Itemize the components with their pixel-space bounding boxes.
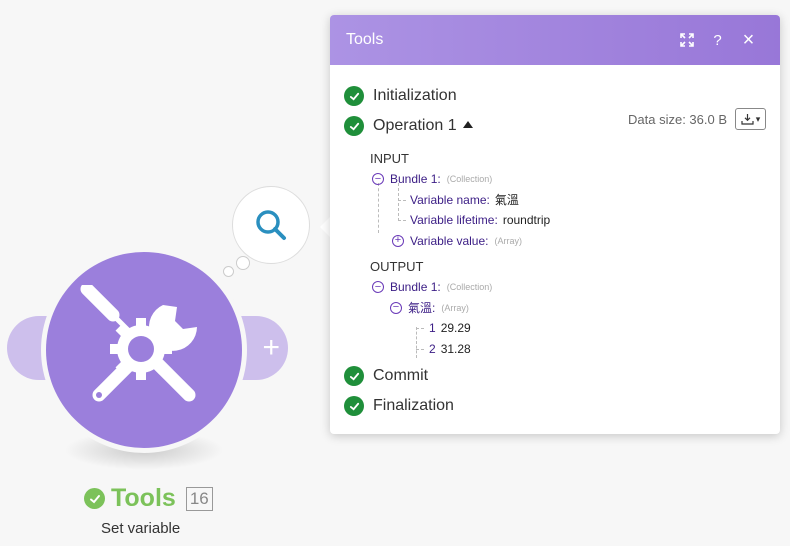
check-icon (344, 396, 364, 416)
expand-icon[interactable]: + (392, 234, 404, 247)
input-heading: INPUT (370, 151, 409, 166)
array-value: 1 29.29 (372, 318, 766, 339)
download-icon (741, 114, 754, 125)
item-type: (Array) (494, 235, 523, 246)
check-icon (84, 488, 105, 509)
tree-guide (398, 199, 406, 201)
tree-guide (416, 328, 424, 329)
check-icon (344, 86, 364, 106)
bundle-label: Bundle 1: (390, 280, 441, 295)
output-tree: − Bundle 1: (Collection) − 氣溫: (Array) 1… (372, 277, 766, 359)
step-finalization: Finalization (344, 391, 766, 421)
bubble-dot (236, 256, 250, 270)
expand-icon[interactable] (671, 25, 702, 55)
inspect-bubble[interactable] (232, 186, 310, 264)
module-title[interactable]: Tools (111, 484, 176, 513)
input-bundle[interactable]: − Bundle 1: (Collection) (372, 169, 766, 190)
step-label: Commit (373, 367, 429, 384)
output-array[interactable]: − 氣溫: (Array) (372, 298, 766, 319)
bundle-type: (Collection) (446, 282, 493, 293)
check-icon (344, 366, 364, 386)
panel-body: Initialization Operation 1 Data size: 36… (330, 65, 780, 421)
bundle-type: (Collection) (446, 174, 493, 185)
help-icon[interactable]: ? (702, 25, 733, 55)
tree-guide (416, 348, 424, 350)
array-item-value: 29.29 (440, 321, 471, 336)
step-label: Finalization (373, 397, 454, 414)
module-left-handle[interactable] (7, 316, 51, 380)
array-item-value: 31.28 (440, 341, 471, 356)
search-icon[interactable] (254, 208, 288, 242)
output-heading: OUTPUT (370, 259, 424, 274)
array-index: 2 (429, 341, 436, 356)
plus-icon[interactable]: + (262, 333, 280, 363)
chevron-down-icon: ▾ (755, 113, 761, 124)
module-label: Tools 16 (84, 484, 213, 513)
output-bundle[interactable]: − Bundle 1: (Collection) (372, 277, 766, 298)
tools-icon (80, 285, 197, 402)
step-commit: Commit (344, 361, 766, 391)
check-icon (344, 116, 364, 136)
collapse-icon[interactable]: − (390, 301, 402, 314)
collapse-caret-icon[interactable] (462, 120, 473, 128)
panel-title: Tools (346, 31, 384, 48)
step-label[interactable]: Operation 1 (373, 117, 457, 135)
step-label: Initialization (373, 87, 457, 104)
tree-guide (398, 220, 406, 221)
collapse-icon[interactable]: − (372, 173, 384, 186)
item-key: Variable lifetime: (410, 213, 498, 228)
module-node[interactable] (46, 252, 242, 448)
array-index: 1 (429, 321, 436, 336)
array-type: (Array) (441, 302, 469, 313)
download-button[interactable]: ▾ (735, 108, 766, 130)
module-id-badge: 16 (185, 486, 213, 511)
input-item[interactable]: + Variable value: (Array) (372, 231, 766, 252)
collapse-icon[interactable]: − (372, 281, 384, 294)
item-key: Variable value: (410, 233, 489, 248)
input-item: Variable lifetime: roundtrip (372, 210, 766, 231)
item-value: roundtrip (502, 213, 551, 228)
bubble-dot (223, 266, 234, 277)
input-item: Variable name: 氣溫 (372, 190, 766, 211)
execution-inspector-panel: Tools ? × Initialization Operation 1 Dat… (330, 15, 780, 434)
item-key: Variable name: (410, 192, 490, 207)
item-value: 氣溫 (494, 193, 519, 208)
input-tree: − Bundle 1: (Collection) Variable name: … (372, 169, 766, 251)
step-initialization: Initialization (344, 81, 766, 111)
data-size: Data size: 36.0 B ▾ (628, 108, 766, 130)
panel-header: Tools ? × (330, 15, 780, 65)
array-key: 氣溫: (408, 301, 436, 316)
array-value: 2 31.28 (372, 339, 766, 360)
data-size-label: Data size: 36.0 B (628, 111, 727, 127)
module-subtitle: Set variable (101, 520, 181, 537)
close-icon[interactable]: × (733, 25, 764, 55)
